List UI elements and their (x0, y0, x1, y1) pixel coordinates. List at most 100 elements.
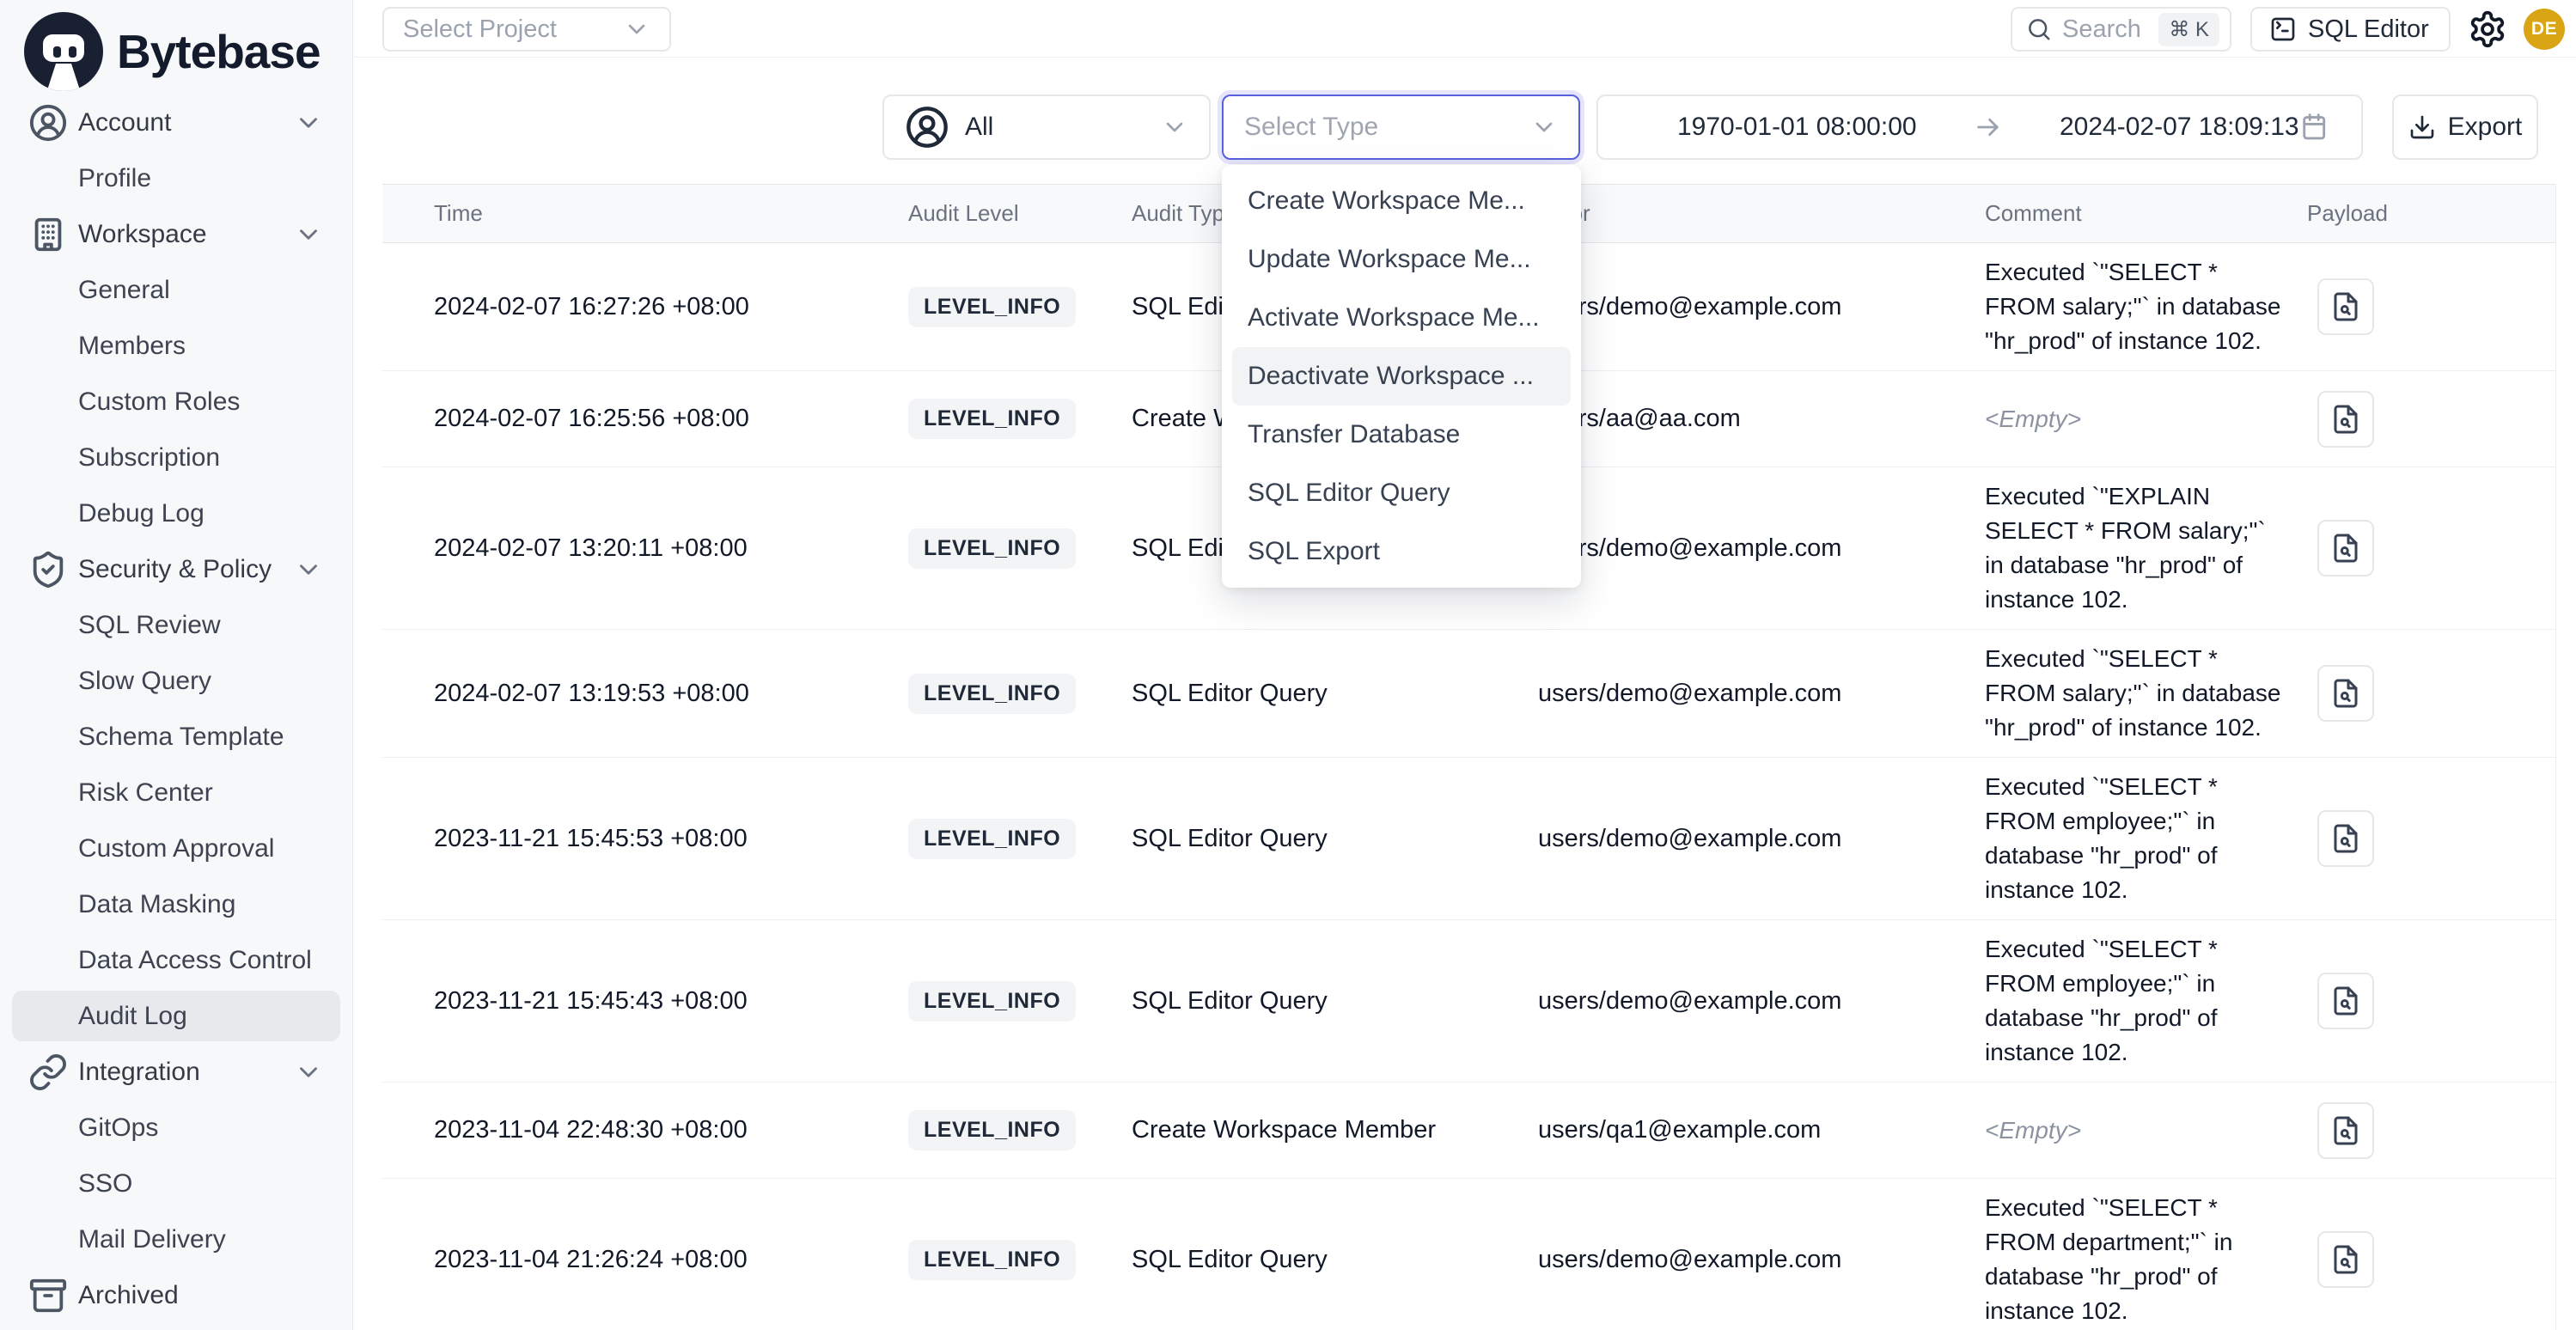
cell-actor: users/demo@example.com (1538, 987, 1985, 1016)
project-select[interactable]: Select Project (382, 7, 671, 52)
chevron-down-icon (294, 220, 323, 249)
avatar[interactable]: DE (2524, 9, 2565, 50)
sidebar-item-label: Schema Template (78, 723, 284, 752)
cell-payload (2307, 520, 2556, 577)
building-icon (28, 215, 68, 254)
export-button[interactable]: Export (2392, 95, 2538, 160)
actor-filter-select[interactable]: All (882, 95, 1211, 160)
cell-comment: <Empty> (1985, 1113, 2307, 1148)
sidebar-item-sso[interactable]: SSO (0, 1156, 352, 1211)
cell-time: 2023-11-21 15:45:53 +08:00 (382, 825, 908, 853)
shield-check-icon (28, 550, 68, 589)
sidebar-item-data-access-control[interactable]: Data Access Control (0, 932, 352, 988)
dropdown-option-deactivate-workspace[interactable]: Deactivate Workspace ... (1232, 347, 1571, 406)
sidebar-item-sql-review[interactable]: SQL Review (0, 597, 352, 653)
sidebar-item-gitops[interactable]: GitOps (0, 1100, 352, 1156)
sidebar-item-profile[interactable]: Profile (0, 150, 352, 206)
payload-button[interactable] (2317, 391, 2374, 448)
payload-button[interactable] (2317, 520, 2374, 577)
dropdown-option-sql-export[interactable]: SQL Export (1232, 522, 1571, 581)
payload-button[interactable] (2317, 973, 2374, 1029)
payload-button[interactable] (2317, 665, 2374, 722)
sidebar-item-label: Data Masking (78, 890, 235, 919)
chevron-down-icon (623, 15, 650, 43)
sidebar-item-subscription[interactable]: Subscription (0, 430, 352, 485)
sidebar-item-debug-log[interactable]: Debug Log (0, 485, 352, 541)
sidebar-item-mail-delivery[interactable]: Mail Delivery (0, 1211, 352, 1267)
type-filter-select[interactable]: Select Type (1222, 95, 1580, 160)
header-cell-payload: Payload (2307, 200, 2556, 227)
chevron-down-icon (1530, 113, 1558, 141)
brand-name: Bytebase (117, 24, 320, 79)
cell-payload (2307, 1102, 2556, 1159)
cell-time: 2024-02-07 13:19:53 +08:00 (382, 680, 908, 708)
header-cell-actor: Actor (1538, 200, 1985, 227)
dropdown-option-sql-editor-query[interactable]: SQL Editor Query (1232, 464, 1571, 522)
sidebar-item-schema-template[interactable]: Schema Template (0, 709, 352, 765)
cell-comment: Executed `"EXPLAIN SELECT * FROM salary;… (1985, 479, 2307, 617)
file-search-icon (2330, 404, 2361, 435)
audit-level-badge: LEVEL_INFO (908, 1110, 1076, 1150)
dropdown-option-transfer-database[interactable]: Transfer Database (1232, 406, 1571, 464)
user-circle-icon (905, 105, 949, 149)
sidebar-item-data-masking[interactable]: Data Masking (0, 876, 352, 932)
payload-button[interactable] (2317, 278, 2374, 335)
dropdown-option-activate-workspace-me[interactable]: Activate Workspace Me... (1232, 289, 1571, 347)
cell-actor: users/aa@aa.com (1538, 405, 1985, 433)
sidebar-item-slow-query[interactable]: Slow Query (0, 653, 352, 709)
dropdown-option-create-workspace-me[interactable]: Create Workspace Me... (1232, 172, 1571, 230)
payload-button[interactable] (2317, 810, 2374, 867)
cell-time: 2024-02-07 13:20:11 +08:00 (382, 534, 908, 563)
cell-audit-type: SQL Editor Query (1132, 987, 1538, 1016)
cell-payload (2307, 391, 2556, 448)
bytebase-logo[interactable]: Bytebase (22, 10, 320, 93)
cell-comment: Executed `"SELECT * FROM department;"` i… (1985, 1191, 2307, 1328)
file-search-icon (2330, 823, 2361, 854)
search-icon (2026, 16, 2052, 42)
sidebar-group-security-policy[interactable]: Security & Policy (0, 541, 352, 597)
sidebar-item-label: Custom Roles (78, 387, 240, 417)
sidebar-item-general[interactable]: General (0, 262, 352, 318)
dropdown-option-update-workspace-me[interactable]: Update Workspace Me... (1232, 230, 1571, 289)
table-row: 2023-11-21 15:45:53 +08:00LEVEL_INFOSQL … (382, 758, 2555, 920)
cell-actor: users/demo@example.com (1538, 534, 1985, 563)
header-cell-comment: Comment (1985, 200, 2307, 227)
sidebar-item-label: Subscription (78, 443, 220, 473)
table-row: 2024-02-07 13:19:53 +08:00LEVEL_INFOSQL … (382, 630, 2555, 758)
cell-audit-type: Create Workspace Member (1132, 1116, 1538, 1144)
cell-actor: users/demo@example.com (1538, 1246, 1985, 1274)
cell-audit-level: LEVEL_INFO (908, 819, 1132, 859)
sql-editor-button[interactable]: SQL Editor (2250, 7, 2451, 52)
sidebar-item-audit-log[interactable]: Audit Log (0, 988, 352, 1044)
cell-time: 2023-11-04 22:48:30 +08:00 (382, 1116, 908, 1144)
sidebar-item-custom-roles[interactable]: Custom Roles (0, 374, 352, 430)
chevron-down-icon (294, 1058, 323, 1087)
empty-comment-placeholder: <Empty> (1985, 1117, 2081, 1144)
topbar: Select Project Search ⌘ K SQL Editor DE (354, 0, 2576, 58)
date-range-picker[interactable]: 1970-01-01 08:00:00 2024-02-07 18:09:13 (1596, 95, 2363, 160)
sidebar-item-label: Audit Log (78, 1002, 187, 1031)
bytebase-mascot-icon (22, 10, 105, 93)
sidebar-item-custom-approval[interactable]: Custom Approval (0, 821, 352, 876)
table-row: 2023-11-04 22:48:30 +08:00LEVEL_INFO Crea… (382, 1083, 2555, 1179)
sidebar-group-account[interactable]: Account (0, 95, 352, 150)
cell-audit-level: LEVEL_INFO (908, 674, 1132, 714)
file-search-icon (2330, 678, 2361, 709)
gear-icon[interactable] (2468, 9, 2507, 49)
sidebar-item-label: Mail Delivery (78, 1225, 226, 1254)
audit-level-badge: LEVEL_INFO (908, 1240, 1076, 1280)
sidebar-group-archived[interactable]: Archived (0, 1267, 352, 1323)
search-box[interactable]: Search ⌘ K (2011, 7, 2231, 52)
sidebar-group-label: Archived (78, 1281, 179, 1310)
file-search-icon (2330, 1115, 2361, 1146)
date-start: 1970-01-01 08:00:00 (1677, 113, 1917, 142)
sidebar-group-integration[interactable]: Integration (0, 1044, 352, 1100)
sidebar-group-workspace[interactable]: Workspace (0, 206, 352, 262)
payload-button[interactable] (2317, 1231, 2374, 1288)
audit-level-badge: LEVEL_INFO (908, 528, 1076, 569)
sidebar-item-members[interactable]: Members (0, 318, 352, 374)
sidebar-item-risk-center[interactable]: Risk Center (0, 765, 352, 821)
sidebar-item-label: General (78, 276, 170, 305)
payload-button[interactable] (2317, 1102, 2374, 1159)
search-shortcut-badge: ⌘ K (2158, 13, 2219, 46)
